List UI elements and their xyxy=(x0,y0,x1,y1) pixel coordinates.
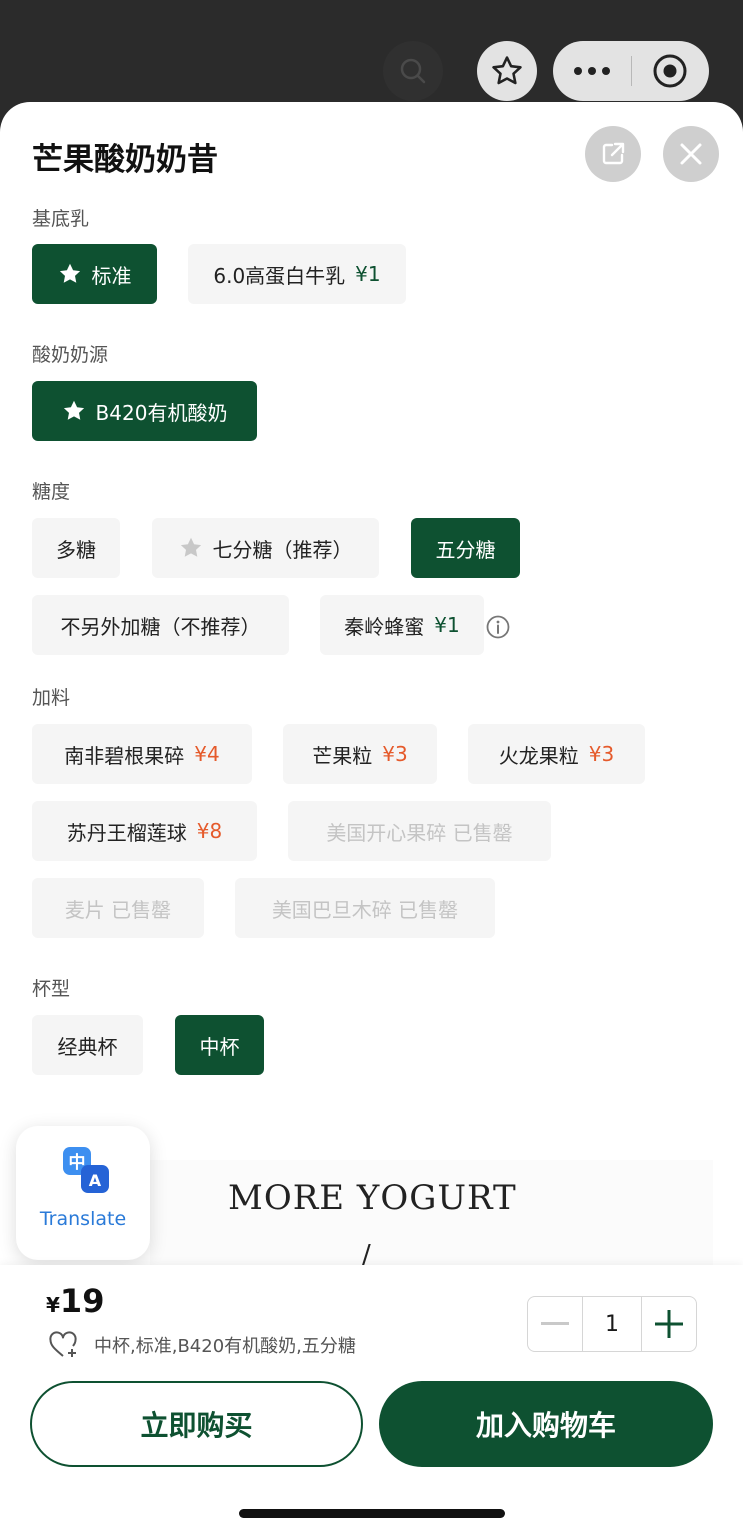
option-label: 美国开心果碎 已售罄 xyxy=(326,820,513,845)
option-pistachio-soldout: 美国开心果碎 已售罄 xyxy=(288,801,551,861)
share-icon xyxy=(602,142,625,165)
option-price: ¥1 xyxy=(434,613,460,637)
top-bar xyxy=(0,0,743,110)
option-classic-cup[interactable]: 经典杯 xyxy=(32,1015,143,1075)
option-label: 美国巴旦木碎 已售罄 xyxy=(271,897,459,922)
option-label: 多糖 xyxy=(56,537,96,562)
search-icon xyxy=(400,58,426,84)
poster-headline: MORE YOGURT xyxy=(228,1178,517,1218)
option-label: B420有机酸奶 xyxy=(95,400,228,425)
option-more-sugar[interactable]: 多糖 xyxy=(32,518,120,578)
section-label-sweetness: 糖度 xyxy=(32,481,71,503)
star-icon xyxy=(492,56,522,85)
target-icon xyxy=(653,54,687,88)
option-label: 秦岭蜂蜜 xyxy=(344,614,425,639)
star-icon xyxy=(179,536,203,560)
option-durian-ball[interactable]: 苏丹王榴莲球 ¥8 xyxy=(32,801,257,861)
add-to-cart-button[interactable]: 加入购物车 xyxy=(379,1381,713,1467)
option-no-extra-sugar[interactable]: 不另外加糖（不推荐） xyxy=(32,595,289,655)
option-dragon-fruit[interactable]: 火龙果粒 ¥3 xyxy=(468,724,645,784)
quantity-stepper: 1 xyxy=(527,1296,697,1352)
option-label: 南非碧根果碎 xyxy=(64,743,185,768)
svg-text:中: 中 xyxy=(69,1152,86,1173)
option-label: 6.0高蛋白牛乳 xyxy=(213,263,346,288)
info-icon[interactable] xyxy=(486,615,510,639)
home-indicator xyxy=(239,1509,505,1518)
more-button[interactable] xyxy=(553,41,631,101)
capsule-menu xyxy=(553,41,709,101)
section-label-cup: 杯型 xyxy=(32,978,71,1000)
plus-icon xyxy=(655,1310,683,1338)
star-icon xyxy=(62,399,86,423)
translate-icon: 中 A xyxy=(63,1147,109,1193)
total-price: ¥19 xyxy=(46,1282,104,1320)
currency-symbol: ¥ xyxy=(46,1293,60,1317)
option-pecan[interactable]: 南非碧根果碎 ¥4 xyxy=(32,724,252,784)
close-miniprogram-button[interactable] xyxy=(632,41,710,101)
option-label: 五分糖 xyxy=(435,537,496,562)
product-title: 芒果酸奶奶昔 xyxy=(32,142,218,178)
section-label-toppings: 加料 xyxy=(32,687,71,709)
option-price: ¥1 xyxy=(355,262,381,286)
option-label: 麦片 已售罄 xyxy=(64,897,172,922)
quantity-value[interactable]: 1 xyxy=(582,1297,642,1351)
option-oats-soldout: 麦片 已售罄 xyxy=(32,878,204,938)
selection-summary: 中杯,标准,B420有机酸奶,五分糖 xyxy=(94,1336,356,1357)
heart-plus-icon[interactable] xyxy=(48,1331,78,1359)
section-label-yogurt-source: 酸奶奶源 xyxy=(32,344,109,366)
search-button[interactable] xyxy=(383,41,443,101)
option-label: 苏丹王榴莲球 xyxy=(66,820,187,845)
option-qinling-honey[interactable]: 秦岭蜂蜜 ¥1 xyxy=(320,595,484,655)
option-mango-cubes[interactable]: 芒果粒 ¥3 xyxy=(283,724,437,784)
option-b420-yogurt[interactable]: B420有机酸奶 xyxy=(32,381,257,441)
svg-text:A: A xyxy=(89,1171,102,1190)
close-button[interactable] xyxy=(663,126,719,182)
option-almond-soldout: 美国巴旦木碎 已售罄 xyxy=(235,878,495,938)
option-label: 火龙果粒 xyxy=(498,743,579,768)
option-seventy-percent-sugar[interactable]: 七分糖（推荐） xyxy=(152,518,379,578)
option-label: 不另外加糖（不推荐） xyxy=(60,614,261,639)
option-medium-cup[interactable]: 中杯 xyxy=(175,1015,264,1075)
option-price: ¥3 xyxy=(382,742,408,766)
favorite-button[interactable] xyxy=(477,41,537,101)
option-price: ¥4 xyxy=(194,742,220,766)
option-high-protein-milk[interactable]: 6.0高蛋白牛乳 ¥1 xyxy=(188,244,406,304)
translate-button[interactable]: 中 A Translate xyxy=(16,1126,150,1260)
increase-button[interactable] xyxy=(642,1297,696,1351)
section-label-base-milk: 基底乳 xyxy=(32,208,90,230)
option-label: 中杯 xyxy=(199,1034,240,1059)
decrease-button[interactable] xyxy=(528,1297,582,1351)
option-price: ¥3 xyxy=(588,742,615,766)
option-label: 芒果粒 xyxy=(312,743,373,768)
option-label: 七分糖（推荐） xyxy=(212,537,353,562)
option-price: ¥8 xyxy=(196,819,223,843)
minus-icon xyxy=(541,1322,569,1325)
price-value: 19 xyxy=(59,1282,105,1320)
close-icon xyxy=(680,143,702,165)
star-icon xyxy=(58,262,82,286)
translate-label: Translate xyxy=(39,1208,127,1230)
buy-now-button[interactable]: 立即购买 xyxy=(30,1381,363,1467)
share-button[interactable] xyxy=(585,126,641,182)
option-standard[interactable]: 标准 xyxy=(32,244,157,304)
option-label: 标准 xyxy=(91,263,132,288)
more-icon xyxy=(573,67,610,75)
option-label: 经典杯 xyxy=(57,1034,118,1059)
option-fifty-percent-sugar[interactable]: 五分糖 xyxy=(411,518,520,578)
